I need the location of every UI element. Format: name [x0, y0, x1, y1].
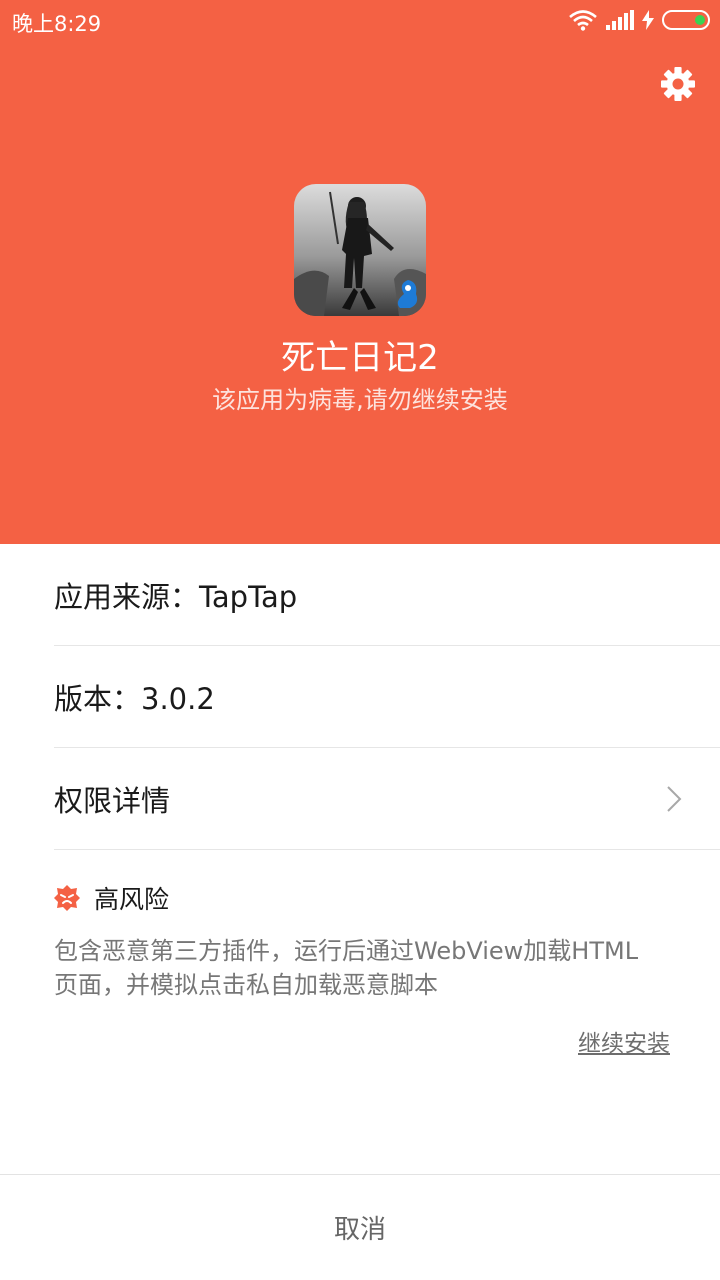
- app-icon: [294, 184, 426, 316]
- wifi-icon: [569, 10, 597, 31]
- battery-icon: [662, 10, 710, 30]
- risk-description: 包含恶意第三方插件，运行后通过WebView加载HTML页面，并模拟点击私自加载…: [54, 937, 639, 999]
- signal-icon: [606, 10, 634, 30]
- status-time: 晚上8:29: [12, 12, 102, 36]
- app-title: 死亡日记2: [281, 338, 439, 378]
- version-label: 版本：3.0.2: [54, 681, 215, 716]
- header: 晚上8:29 死亡日记2 该应用为病毒,请勿继续安装: [0, 0, 720, 544]
- risk-level: 高风险: [54, 880, 169, 916]
- risk-level-label: 高风险: [94, 885, 170, 914]
- virus-warning: 该应用为病毒,请勿继续安装: [212, 386, 508, 414]
- battery-level: [695, 15, 705, 25]
- chevron-right-icon: [667, 786, 682, 812]
- version-row: 版本：3.0.2: [54, 646, 720, 748]
- settings-button[interactable]: [658, 64, 698, 104]
- danger-icon: [54, 885, 80, 911]
- cancel-button[interactable]: 取消: [0, 1175, 720, 1280]
- charging-icon: [642, 10, 654, 30]
- permissions-row[interactable]: 权限详情: [54, 748, 720, 850]
- permissions-label: 权限详情: [54, 783, 171, 818]
- app-source-row: 应用来源：TapTap: [54, 544, 720, 646]
- status-icons: [568, 8, 710, 32]
- app-source-label: 应用来源：TapTap: [54, 579, 298, 614]
- continue-install-link[interactable]: 继续安装: [578, 1024, 670, 1058]
- status-bar: 晚上8:29: [0, 0, 720, 40]
